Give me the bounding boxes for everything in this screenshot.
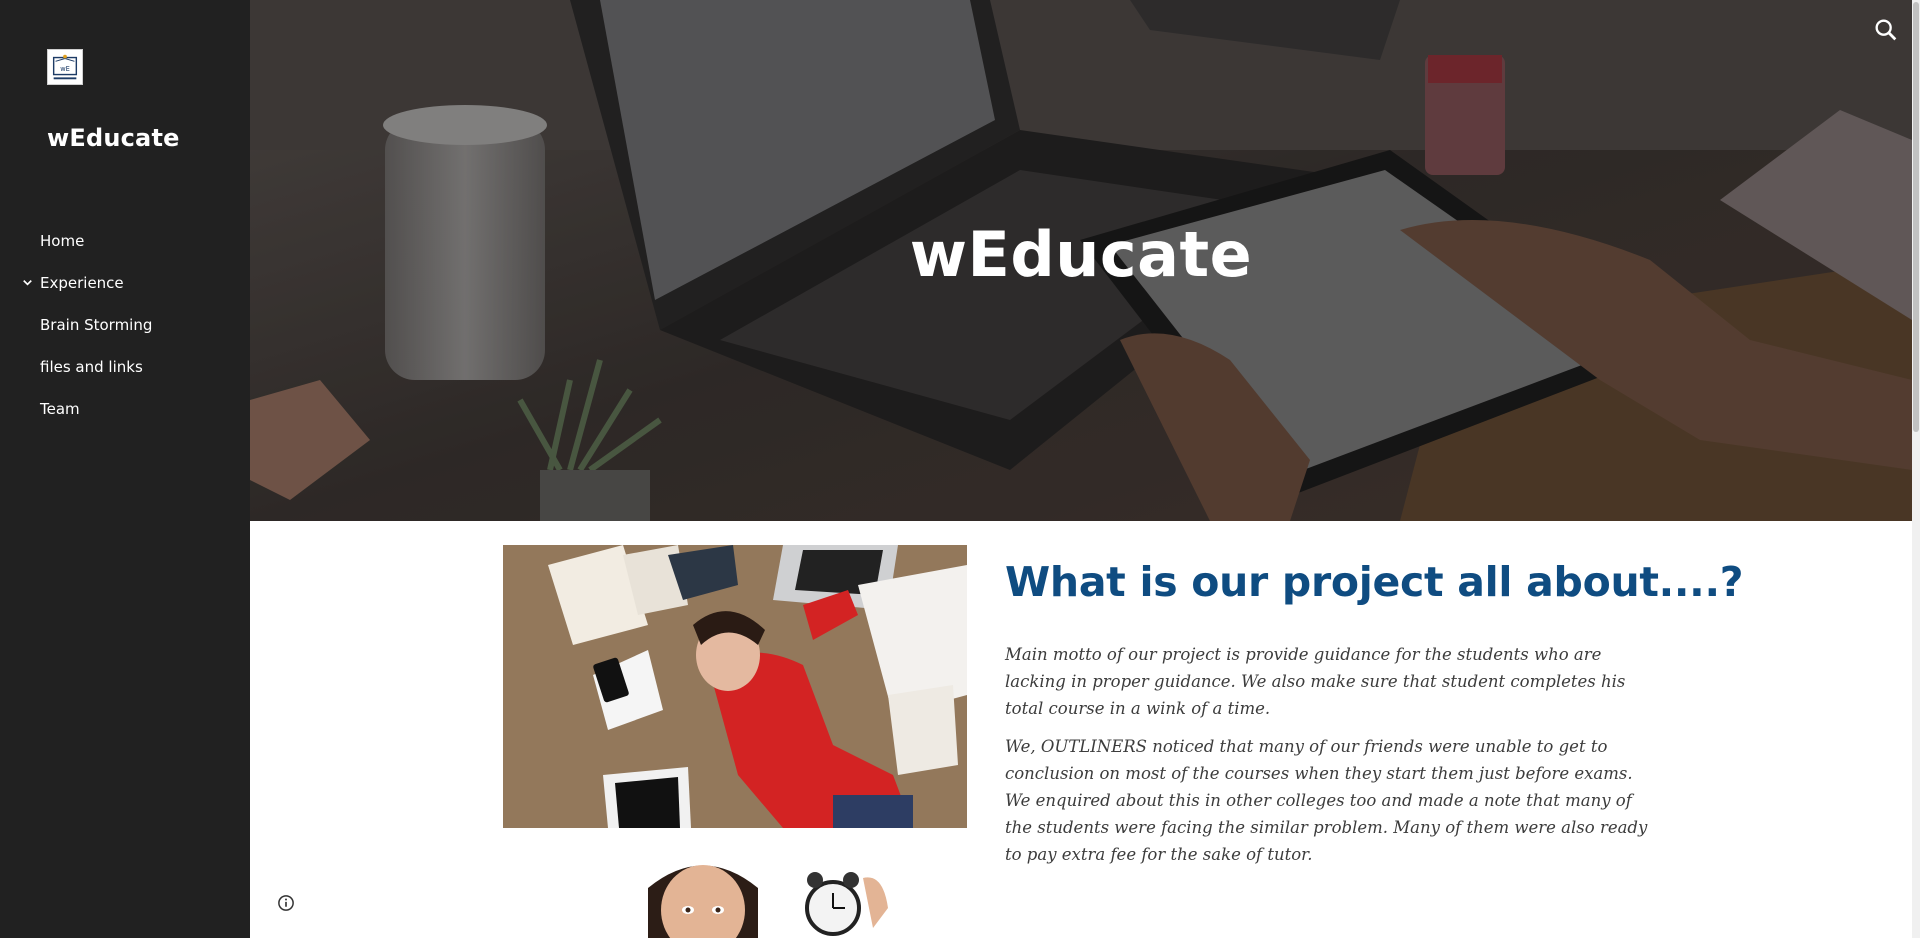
nav-item-brain-storming[interactable]: Brain Storming (0, 310, 250, 352)
svg-text:wE: wE (60, 65, 70, 73)
site-navigation: Home Experience Brain Storming files and… (0, 226, 250, 436)
section-heading: What is our project all about....? (1005, 558, 1744, 606)
body-paragraph: We, OUTLINERS noticed that many of our f… (1005, 737, 1648, 864)
student-stressed-photo (503, 545, 967, 828)
hero-title: wEducate (909, 218, 1253, 291)
sidebar: wE wEducate Home Experience Brain Stormi… (0, 0, 250, 938)
body-paragraph: Main motto of our project is provide gui… (1005, 645, 1626, 718)
nav-item-label: Brain Storming (40, 316, 153, 334)
nav-item-label: Home (40, 232, 85, 250)
search-icon[interactable] (1872, 16, 1900, 44)
nav-item-team[interactable]: Team (0, 394, 250, 436)
student-alarm-clock-photo (503, 848, 967, 938)
site-info-button[interactable] (277, 894, 295, 912)
scrollbar-thumb[interactable] (1913, 2, 1919, 432)
info-icon[interactable] (277, 894, 295, 912)
nav-item-home[interactable]: Home (0, 226, 250, 268)
chevron-down-icon[interactable] (20, 275, 35, 290)
logo-icon: wE (52, 54, 78, 80)
site-title[interactable]: wEducate (47, 124, 180, 152)
nav-item-label: Team (40, 400, 80, 418)
nav-item-label: files and links (40, 358, 143, 376)
hero-banner: wEducate (250, 0, 1912, 521)
nav-item-files-and-links[interactable]: files and links (0, 352, 250, 394)
nav-item-experience[interactable]: Experience (0, 268, 250, 310)
nav-item-label: Experience (40, 274, 124, 292)
search-button[interactable] (1872, 16, 1900, 44)
site-logo[interactable]: wE (47, 49, 83, 85)
